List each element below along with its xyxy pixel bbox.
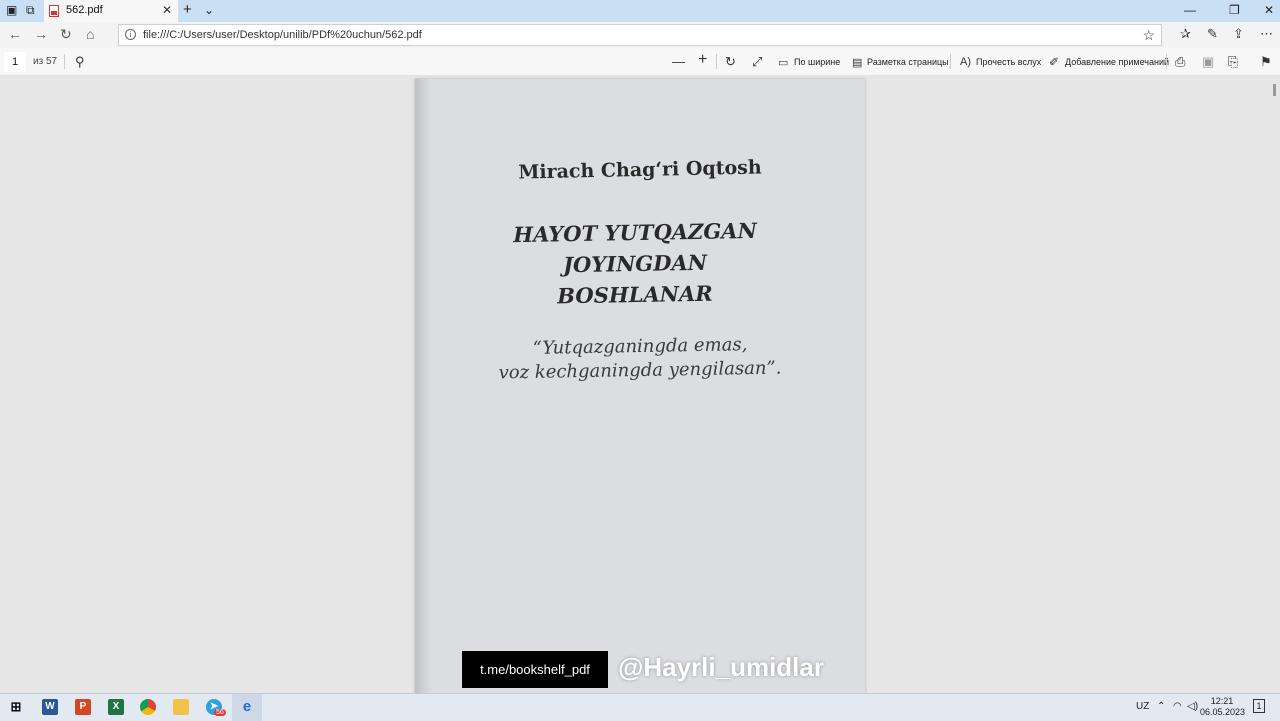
minimize-icon[interactable]: — (1184, 3, 1196, 17)
telegram-link-watermark: t.me/bookshelf_pdf (462, 651, 608, 688)
read-aloud-label: Прочесть вслух (976, 57, 1042, 67)
fit-width-label: По ширине (794, 57, 841, 67)
draw-icon: ✐ (1049, 55, 1060, 69)
divider (950, 54, 951, 69)
book-title-line: HAYOT YUTQAZGAN (513, 217, 757, 248)
page-number-input[interactable]: 1 (4, 52, 26, 72)
pdf-file-icon (49, 5, 59, 17)
system-clock[interactable]: 12:21 06.05.2023 (1200, 696, 1246, 718)
page-count: из 57 (33, 56, 58, 67)
fullscreen-icon[interactable]: ⤢ (752, 54, 762, 70)
pdf-toolbar: 1 из 57 ⚲ — + ↻ ⤢ ▭ По ширине ▤ Разметка… (0, 48, 1280, 76)
taskbar: ⊞ W P X ➤ 56 e UZ ⌃ ◠ ◁) 12:21 06.05.202… (0, 693, 1280, 721)
pdf-page: Mirach Chag‘ri Oqtosh HAYOT YUTQAZGAN JO… (415, 79, 865, 693)
save-as-icon[interactable]: ⎘ (1228, 54, 1238, 70)
new-tab-icon[interactable]: + (183, 1, 192, 18)
divider (1166, 54, 1167, 69)
zoom-in-icon[interactable]: + (698, 51, 707, 69)
tab-562-pdf[interactable]: 562.pdf ✕ (44, 0, 178, 22)
share-icon[interactable]: ⇪ (1233, 26, 1244, 42)
chevron-down-icon[interactable]: ⌄ (204, 3, 214, 17)
page-layout-icon: ▤ (852, 57, 863, 69)
home-icon[interactable]: ⌂ (86, 26, 94, 42)
book-author: Mirach Chag‘ri Oqtosh (518, 156, 762, 184)
clock-date: 06.05.2023 (1200, 707, 1246, 717)
divider (64, 54, 65, 69)
chrome-icon[interactable] (140, 699, 156, 715)
favorites-icon[interactable]: ✰ (1180, 26, 1191, 42)
tab-actions-icon[interactable]: ▣ (6, 3, 17, 17)
file-explorer-icon[interactable] (173, 699, 189, 715)
url-text: file:///C:/Users/user/Desktop/unilib/PDf… (143, 29, 422, 41)
pen-notes-icon[interactable]: ✎ (1207, 26, 1218, 42)
language-indicator[interactable]: UZ (1136, 701, 1149, 712)
save-icon[interactable]: ▣ (1202, 54, 1214, 70)
epigraph-line: voz kechganingda yengilasan”. (498, 357, 782, 384)
notification-icon[interactable]: 1 (1253, 699, 1265, 713)
rotate-icon[interactable]: ↻ (725, 54, 736, 70)
book-title-line: BOSHLANAR (557, 280, 713, 309)
fit-width-icon: ▭ (778, 57, 789, 69)
restore-icon[interactable]: ❐ (1229, 3, 1240, 17)
url-field[interactable]: i file:///C:/Users/user/Desktop/unilib/P… (118, 24, 1162, 46)
start-windows-icon[interactable]: ⊞ (8, 699, 24, 715)
tab-title: 562.pdf (66, 4, 103, 16)
close-window-icon[interactable]: ✕ (1264, 3, 1274, 17)
close-tab-icon[interactable]: ✕ (162, 3, 172, 17)
more-icon[interactable]: ⋯ (1260, 26, 1273, 42)
zoom-out-icon[interactable]: — (672, 54, 685, 69)
add-notes-label: Добавление примечаний (1065, 57, 1170, 67)
chevron-up-icon[interactable]: ⌃ (1157, 701, 1165, 712)
print-icon[interactable]: ⎙ (1175, 54, 1185, 70)
excel-icon[interactable]: X (108, 699, 124, 715)
pin-toolbar-icon[interactable]: ⚑ (1260, 54, 1272, 70)
read-aloud-icon: A) (960, 56, 971, 68)
epigraph-line: “Yutqazganingda emas, (532, 334, 748, 359)
favorite-star-icon[interactable]: ☆ (1142, 27, 1155, 44)
book-title-line: JOYINGDAN (562, 249, 708, 278)
channel-handle-watermark: @Hayrli_umidlar (618, 652, 824, 682)
word-icon[interactable]: W (42, 699, 58, 715)
clock-time: 12:21 (1210, 696, 1234, 706)
tab-bar: ▣ ⧉ 562.pdf ✕ + ⌄ — ❐ ✕ (0, 0, 1280, 22)
set-aside-tabs-icon[interactable]: ⧉ (26, 3, 35, 18)
scrollbar[interactable] (1273, 84, 1276, 96)
telegram-badge: 56 (214, 709, 226, 716)
info-icon[interactable]: i (125, 29, 136, 40)
divider (716, 54, 717, 69)
wifi-icon[interactable]: ◠ (1173, 701, 1182, 712)
page-layout-label: Разметка страницы (867, 57, 949, 67)
volume-icon[interactable]: ◁) (1187, 701, 1198, 712)
search-icon[interactable]: ⚲ (75, 54, 85, 70)
edge-icon[interactable]: e (239, 699, 255, 715)
forward-icon[interactable]: → (34, 26, 48, 42)
address-bar: ← → ↻ ⌂ i file:///C:/Users/user/Desktop/… (0, 22, 1280, 48)
powerpoint-icon[interactable]: P (75, 699, 91, 715)
refresh-icon[interactable]: ↻ (60, 26, 72, 43)
back-icon[interactable]: ← (8, 26, 22, 42)
